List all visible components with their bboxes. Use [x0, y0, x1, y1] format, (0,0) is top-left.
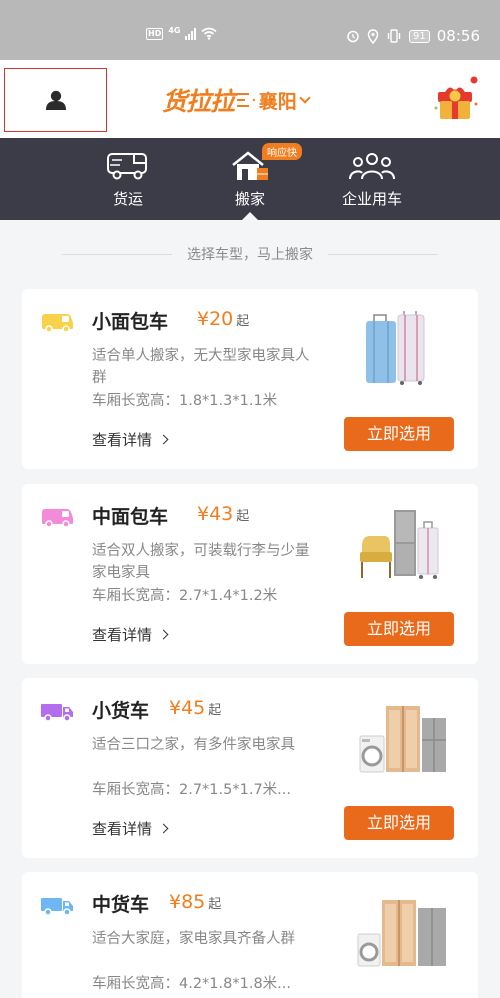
vehicle-price: ¥85 起 [169, 891, 221, 913]
chevron-right-icon [158, 434, 169, 445]
status-bar: HD 4G 91 08:56 [0, 0, 500, 60]
battery-icon: 91 [409, 29, 430, 43]
vehicle-card[interactable]: 中面包车 ¥43 起 适合双人搬家，可装载行李与少量家电家具 车厢长宽高：2.7*… [22, 484, 478, 664]
chevron-right-icon [158, 629, 169, 640]
truck-icon [41, 704, 73, 722]
vehicle-card[interactable]: 小货车 ¥45 起 适合三口之家，有多件家电家具 车厢长宽高：2.7*1.5*1.… [22, 678, 478, 858]
price-value: ¥85 [169, 891, 206, 913]
logo-speed-lines [237, 93, 250, 107]
luggage-illustration [366, 311, 425, 385]
link-label: 查看详情 [92, 431, 153, 449]
link-label: 查看详情 [92, 626, 153, 644]
view-details-link[interactable]: 查看详情 [92, 429, 169, 450]
price-unit: 起 [208, 703, 222, 718]
tab-label: 企业用车 [341, 190, 402, 208]
truck-icon [41, 898, 73, 916]
vibrate-icon [387, 29, 401, 43]
signal-icon [185, 27, 197, 40]
van-icon [42, 509, 73, 528]
wifi-icon [201, 27, 218, 40]
vehicle-card[interactable]: 小面包车 ¥20 起 适合单人搬家，无大型家电家具人群 车厢长宽高：1.8*1.3… [22, 289, 478, 469]
vehicle-card[interactable]: 中货车 ¥85 起 适合大家庭，家电家具齐备人群 车厢长宽高：4.2*1.8*1.… [22, 872, 478, 998]
vehicle-name: 小货车 [92, 700, 150, 722]
tab-enterprise[interactable]: 企业用车 [312, 148, 432, 218]
user-icon [45, 90, 66, 110]
vehicle-description: 适合三口之家，有多件家电家具 [92, 737, 295, 753]
select-vehicle-button[interactable]: 立即选用 [344, 806, 454, 840]
vehicle-dimensions: 车厢长宽高：4.2*1.8*1.8米... [92, 976, 292, 992]
vehicle-name: 中面包车 [92, 506, 169, 528]
hd-indicator: HD [146, 27, 164, 40]
clock: 08:56 [436, 27, 480, 45]
vehicle-dimensions: 车厢长宽高：1.8*1.3*1.1米 [92, 393, 278, 409]
view-details-link[interactable]: 查看详情 [92, 624, 169, 645]
chevron-right-icon [158, 823, 169, 834]
vehicle-name: 中货车 [92, 894, 150, 916]
tab-label: 货运 [112, 190, 143, 208]
service-tab-bar: 货运 搬家 企业用车 [0, 138, 500, 220]
location-icon [367, 28, 379, 44]
vehicle-dimensions: 车厢长宽高：2.7*1.4*1.2米 [92, 588, 278, 604]
van-icon [42, 314, 73, 333]
price-unit: 起 [208, 897, 222, 912]
gift-icon[interactable] [430, 74, 480, 124]
price-value: ¥43 [197, 503, 234, 525]
select-vehicle-button[interactable]: 立即选用 [344, 612, 454, 646]
vehicle-name: 小面包车 [92, 311, 169, 333]
price-value: ¥20 [197, 308, 234, 330]
appliances-illustration [359, 706, 446, 773]
truck-icon [107, 153, 147, 180]
vehicle-description: 适合单人搬家，无大型家电家具人群 [92, 348, 310, 386]
top-bar: 货拉拉 · 襄阳 [0, 60, 500, 138]
city-selector[interactable]: 襄阳 [259, 87, 297, 114]
vehicle-price: ¥20 起 [197, 308, 249, 330]
app-logo: 货拉拉 [162, 87, 235, 116]
vehicle-description: 适合双人搬家，可装载行李与少量家电家具 [92, 543, 310, 581]
view-details-link[interactable]: 查看详情 [92, 818, 169, 839]
fast-response-badge: 响应快 [262, 143, 302, 160]
people-group-icon [349, 153, 395, 180]
brand: 货拉拉 · 襄阳 [162, 82, 311, 118]
user-profile-button[interactable] [4, 68, 107, 132]
price-unit: 起 [236, 314, 250, 329]
price-value: ¥45 [169, 697, 206, 719]
select-vehicle-button[interactable]: 立即选用 [344, 417, 454, 451]
furniture-illustration [360, 510, 439, 579]
link-label: 查看详情 [92, 820, 153, 838]
vehicle-price: ¥43 起 [197, 503, 249, 525]
tab-label: 搬家 [234, 190, 265, 208]
section-title: 选择车型，马上搬家 [187, 247, 313, 263]
chevron-down-icon[interactable] [299, 92, 311, 104]
network-type: 4G [168, 26, 181, 35]
vehicle-dimensions: 车厢长宽高：2.7*1.5*1.7米... [92, 782, 292, 798]
appliances-illustration [357, 900, 446, 967]
tab-freight[interactable]: 货运 [68, 148, 188, 218]
price-unit: 起 [236, 509, 250, 524]
vehicle-price: ¥45 起 [169, 697, 221, 719]
vehicle-description: 适合大家庭，家电家具齐备人群 [92, 931, 295, 947]
alarm-icon [347, 30, 359, 43]
